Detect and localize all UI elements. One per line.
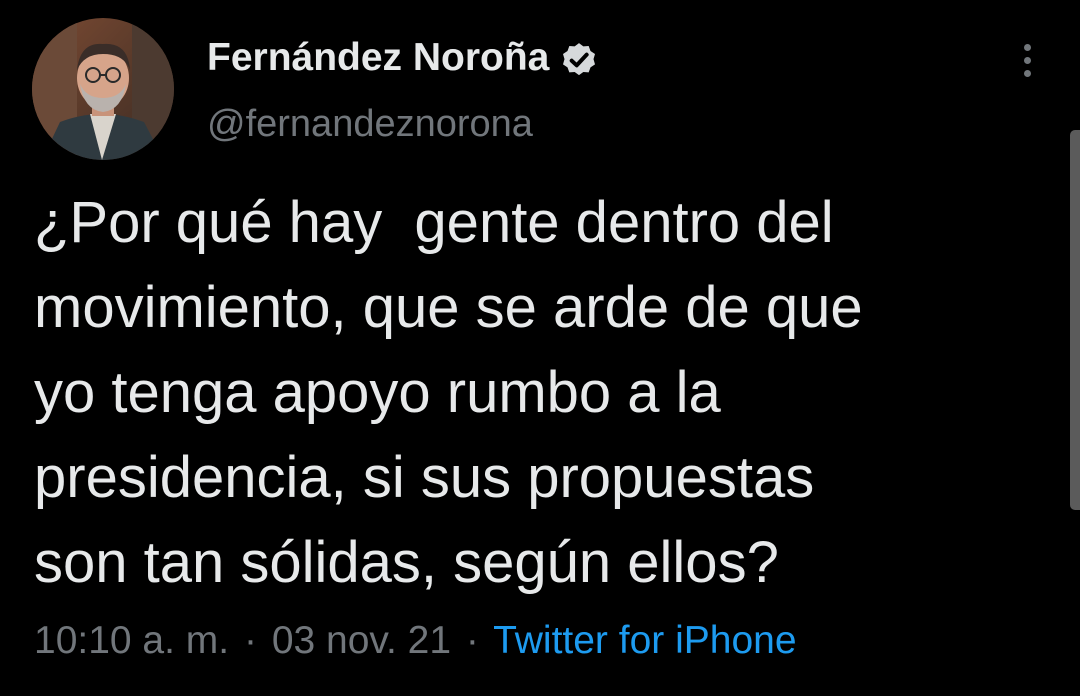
tweet-detail: Fernández Noroña @fernandeznorona ¿Por q…: [0, 0, 1080, 696]
tweet-metadata: 10:10 a. m. · 03 nov. 21 · Twitter for i…: [34, 612, 797, 670]
more-options-button[interactable]: [1012, 38, 1042, 82]
meta-separator: ·: [465, 619, 479, 662]
author-name-text: Fernández Noroña: [207, 36, 550, 79]
tweet-text: ¿Por qué hay gente dentro del movimiento…: [34, 190, 863, 595]
verified-badge-icon: [559, 39, 599, 79]
more-vertical-icon-dot: [1023, 69, 1031, 77]
profile-photo-icon: [32, 18, 174, 160]
more-vertical-icon: [1023, 43, 1031, 51]
tweet-date[interactable]: 03 nov. 21: [272, 619, 451, 662]
more-vertical-icon-dot: [1023, 56, 1031, 64]
tweet-time[interactable]: 10:10 a. m.: [34, 619, 229, 662]
author-display-name[interactable]: Fernández Noroña: [207, 34, 599, 82]
avatar[interactable]: [32, 18, 174, 160]
meta-separator: ·: [243, 619, 257, 662]
author-handle[interactable]: @fernandeznorona: [207, 100, 533, 148]
scrollbar[interactable]: [1070, 130, 1080, 510]
tweet-source-link[interactable]: Twitter for iPhone: [493, 619, 796, 662]
